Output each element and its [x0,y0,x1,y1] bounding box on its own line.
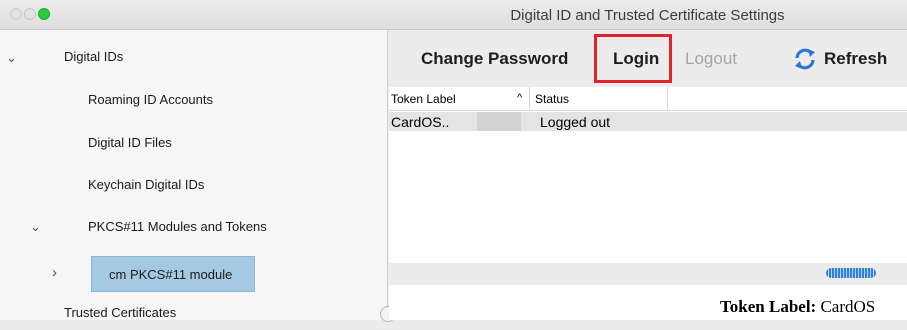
tree-item-label: Trusted Certificates [64,304,177,320]
close-window-button[interactable] [10,8,22,20]
tree-item-roaming-id-accounts[interactable]: Roaming ID Accounts [88,81,213,117]
tree-item-label: cm PKCS#11 module [109,266,233,282]
refresh-label: Refresh [824,48,888,68]
token-label-value: CardOS [820,297,876,316]
tree-item-label: Digital IDs [64,48,124,64]
pane-splitter [389,263,907,285]
tree-item-digital-id-files[interactable]: Digital ID Files [88,124,172,160]
cell-token-label: CardOS.. [391,114,450,130]
login-highlight-box [594,34,672,83]
tree-item-keychain-digital-ids[interactable]: Keychain Digital IDs [88,166,204,202]
tree-item-digital-ids[interactable]: Digital IDs [64,38,123,74]
refresh-icon [795,48,815,69]
splitter-handle[interactable] [826,268,876,278]
cell-status: Logged out [540,114,611,130]
title-bar: Digital ID and Trusted Certificate Setti… [0,0,907,30]
window-title: Digital ID and Trusted Certificate Setti… [510,7,785,24]
column-divider[interactable] [667,87,668,111]
zoom-window-button[interactable] [38,8,50,20]
redacted-region [477,112,521,131]
logout-button[interactable]: Logout [685,30,737,87]
token-details-pane: Token Label: CardOS [389,285,907,320]
column-header-status[interactable]: Status [535,92,569,106]
tree-item-pkcs11-modules-and-tokens[interactable]: PKCS#11 Modules and Tokens [88,208,267,244]
tree-item-cm-pkcs11-module[interactable]: cm PKCS#11 module [91,256,255,292]
sidebar-tree: ⌄ Digital IDs Roaming ID Accounts Digita… [0,30,388,320]
tree-item-trusted-certificates[interactable]: Trusted Certificates [64,294,176,330]
tree-item-label: PKCS#11 Modules and Tokens [88,218,267,234]
tree-item-label: Roaming ID Accounts [88,91,214,107]
refresh-button[interactable]: Refresh [793,30,887,87]
table-header-row: Token Label ^ Status [389,87,907,111]
token-label-detail: Token Label: CardOS [720,297,875,317]
table-row[interactable]: CardOS.. Logged out [389,112,907,131]
change-password-button[interactable]: Change Password [421,30,568,87]
sort-ascending-icon[interactable]: ^ [517,92,522,104]
minimize-window-button[interactable] [24,8,36,20]
tree-item-label: Digital ID Files [88,134,172,150]
tree-item-label: Keychain Digital IDs [88,176,205,192]
token-label-key: Token Label: [720,297,817,316]
chevron-down-icon[interactable]: ⌄ [30,219,41,235]
chevron-down-icon[interactable]: ⌄ [6,50,17,66]
column-header-token-label[interactable]: Token Label [391,92,456,106]
column-divider[interactable] [529,87,530,111]
chevron-right-icon[interactable]: › [52,264,57,281]
token-table: Token Label ^ Status CardOS.. Logged out [389,87,907,263]
